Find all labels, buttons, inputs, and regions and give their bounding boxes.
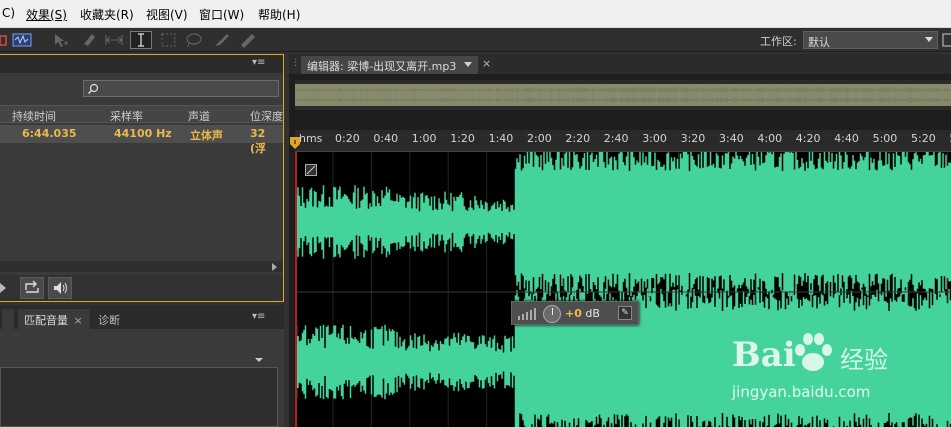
- menu-item-effects[interactable]: 效果(S): [26, 6, 67, 23]
- cell-sample-rate: 44100 Hz: [114, 127, 172, 140]
- menu-item-view[interactable]: 视图(V): [146, 6, 188, 23]
- ruler-tick-label: 4:20: [795, 132, 821, 145]
- volume-value: +0: [565, 307, 582, 320]
- razor-tool-icon[interactable]: [104, 31, 124, 49]
- editor-tab-label: 编辑器: 梁博-出现又离开.mp3: [307, 60, 457, 73]
- volume-knob[interactable]: [543, 305, 561, 323]
- overview-waveform[interactable]: [294, 80, 951, 110]
- watermark-brand: 经验: [840, 346, 888, 374]
- spot-healing-tool-icon[interactable]: [238, 31, 258, 49]
- panel-menu-icon[interactable]: ▾≡: [252, 311, 265, 322]
- tab-match-volume[interactable]: 匹配音量 ×: [18, 309, 90, 329]
- time-ruler[interactable]: hms 0:20 0:40 1:00 1:20 1:40 2:00 2:20 2:40 3:00…: [295, 130, 951, 152]
- volume-unit: dB: [585, 307, 600, 320]
- workspace-value: 默认: [808, 36, 830, 49]
- ruler-tick-label: 5:00: [872, 132, 898, 145]
- chevron-down-icon: [925, 37, 933, 42]
- table-row[interactable]: 6:44.035 44100 Hz 立体声 32 (浮: [0, 125, 283, 155]
- paw-icon: [795, 333, 832, 371]
- panel-tabs: 匹配音量 × 诊断 ▾≡: [0, 305, 284, 329]
- chevron-down-icon[interactable]: [254, 357, 264, 363]
- ruler-tick-label: 2:00: [527, 132, 552, 145]
- spectral-view-icon[interactable]: [12, 31, 32, 49]
- watermark-url: jingyan.baidu.com: [732, 383, 871, 401]
- chevron-down-icon[interactable]: [464, 62, 472, 67]
- playhead-icon[interactable]: [289, 136, 301, 152]
- hud-toggle-icon[interactable]: [305, 164, 317, 176]
- volume-readout[interactable]: +0 dB: [565, 307, 600, 320]
- ruler-tick-label: 3:00: [642, 132, 667, 145]
- time-selection-tool-icon[interactable]: [130, 31, 152, 49]
- scroll-right-icon[interactable]: [272, 263, 277, 271]
- overview-background: [295, 84, 951, 106]
- auto-play-button[interactable]: [48, 277, 72, 299]
- files-column-header: 持续时间 采样率 声道 位深度: [0, 105, 283, 123]
- match-file-list[interactable]: [0, 367, 278, 427]
- cell-bit-depth: 32 (浮: [250, 127, 267, 155]
- ruler-tick-label: 0:20: [335, 132, 360, 145]
- menu-item-help[interactable]: 帮助(H): [258, 6, 300, 23]
- panel-menu-icon[interactable]: ▾≡: [252, 57, 265, 68]
- ruler-tick-label: 2:40: [603, 132, 629, 145]
- ruler-tick-label: 0:40: [373, 132, 399, 145]
- files-search-input[interactable]: [83, 80, 279, 97]
- files-button-bar: [0, 275, 283, 301]
- ruler-tick-label: 3:20: [680, 132, 706, 145]
- ruler-tick-label: 3:40: [719, 132, 744, 145]
- panel-toggle-icon[interactable]: [942, 31, 951, 49]
- loop-button[interactable]: [20, 277, 44, 299]
- pin-icon[interactable]: ✎: [618, 306, 632, 320]
- level-meter-icon: [518, 308, 536, 320]
- tab-diagnostics-label: 诊断: [98, 314, 120, 327]
- horizontal-scrollbar[interactable]: [0, 261, 283, 272]
- move-tool-icon[interactable]: [52, 31, 70, 49]
- lasso-tool-icon[interactable]: [184, 31, 204, 49]
- search-icon: [88, 83, 99, 94]
- ruler-tick-label: 5:20: [911, 132, 936, 145]
- loud-core-left: [517, 182, 951, 262]
- workspace-select[interactable]: 默认: [803, 31, 938, 49]
- cell-channels: 立体声: [190, 129, 223, 142]
- menu-item-favorites[interactable]: 收藏夹(R): [80, 6, 134, 23]
- close-icon[interactable]: ×: [74, 314, 83, 327]
- menu-bar: C) 效果(S) 收藏夹(R) 视图(V) 窗口(W) 帮助(H): [0, 0, 951, 28]
- tab-diagnostics[interactable]: 诊断: [92, 309, 126, 329]
- ruler-tick-label: 1:40: [488, 132, 514, 145]
- editor-tabbar: ⋮⋮ 编辑器: 梁博-出现又离开.mp3 ×: [289, 54, 951, 74]
- workspace-label: 工作区:: [760, 35, 797, 48]
- files-panel-header: ▾≡: [0, 55, 283, 73]
- multitrack-view-icon[interactable]: [0, 31, 8, 49]
- loop-icon: [25, 280, 39, 293]
- close-icon[interactable]: ×: [482, 57, 491, 70]
- ruler-tick-label: 4:40: [834, 132, 859, 145]
- baidu-logo: Bai: [732, 335, 796, 375]
- playhead-line: [295, 152, 297, 427]
- tab-match-volume-label: 匹配音量: [24, 314, 68, 327]
- tab-previous[interactable]: [2, 309, 14, 329]
- files-panel: ▾≡ 持续时间 采样率 声道 位深度 6:44.035 44100 Hz 立体声…: [0, 54, 284, 302]
- column-channels[interactable]: 声道: [188, 108, 210, 124]
- column-sample-rate[interactable]: 采样率: [110, 108, 143, 124]
- ruler-unit: hms: [299, 132, 323, 145]
- column-duration[interactable]: 持续时间: [12, 108, 56, 124]
- menu-item-partial[interactable]: C): [2, 6, 15, 20]
- column-bit-depth[interactable]: 位深度: [250, 108, 283, 124]
- ruler-tick-label: 1:20: [450, 132, 475, 145]
- play-icon[interactable]: [0, 282, 8, 294]
- volume-hud: +0 dB ✎: [511, 301, 639, 325]
- editor-tab[interactable]: 编辑器: 梁博-出现又离开.mp3: [301, 56, 478, 74]
- toolbar: 工作区: 默认: [0, 28, 951, 52]
- menu-item-window[interactable]: 窗口(W): [199, 6, 244, 23]
- ruler-tick-label: 1:00: [411, 132, 437, 145]
- brush-tool-icon[interactable]: [212, 31, 232, 49]
- speaker-icon: [54, 282, 67, 294]
- match-volume-panel: 匹配音量 × 诊断 ▾≡: [0, 305, 284, 427]
- ruler-tick-label: 2:20: [565, 132, 591, 145]
- slip-tool-icon[interactable]: [80, 31, 98, 49]
- marquee-tool-icon[interactable]: [160, 31, 178, 49]
- ruler-tick-label: 4:00: [757, 132, 783, 145]
- cell-duration: 6:44.035: [22, 127, 77, 140]
- overview-waveform-graphic: [294, 84, 951, 106]
